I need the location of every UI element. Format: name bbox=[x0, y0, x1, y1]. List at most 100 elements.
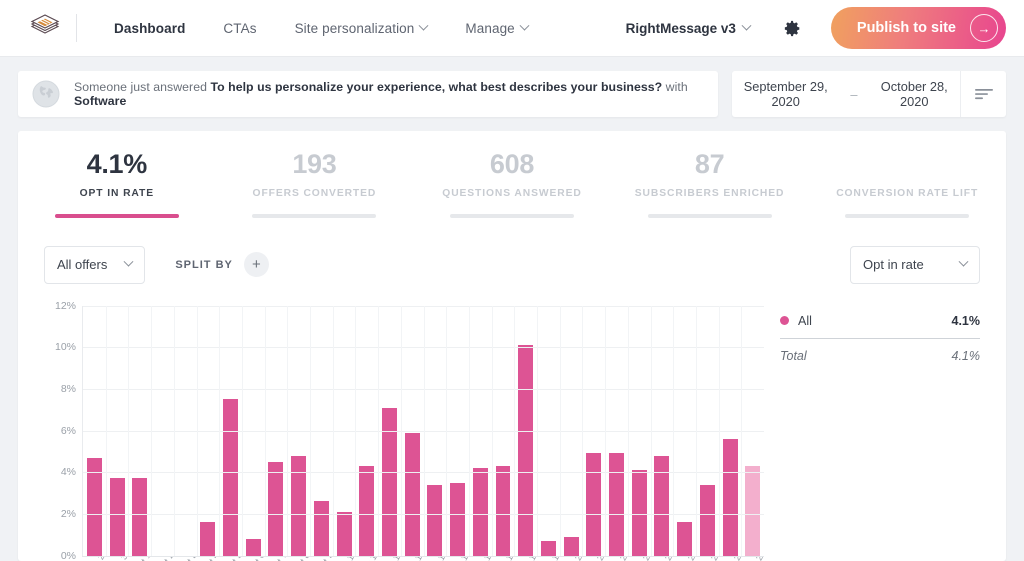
chart-x-tick: Oct 24 bbox=[650, 557, 673, 561]
legend-series-name: All bbox=[798, 313, 812, 328]
chart-bar[interactable] bbox=[313, 501, 329, 556]
chart-x-tick: Oct 15 bbox=[446, 557, 468, 561]
notification-answer: Software bbox=[74, 94, 127, 108]
chart-gridline-vertical bbox=[173, 305, 175, 556]
chevron-down-icon bbox=[418, 20, 429, 31]
notification-message: Someone just answered To help us persona… bbox=[74, 80, 704, 108]
chart-y-tick: 4% bbox=[60, 466, 76, 479]
kpi-tab-offers-converted[interactable]: 193 OFFERS CONVERTED bbox=[216, 149, 414, 218]
chart-bar[interactable] bbox=[563, 536, 579, 556]
chart-bar[interactable] bbox=[631, 470, 647, 556]
add-split-button[interactable]: + bbox=[243, 252, 269, 277]
legend-total-value: 4.1% bbox=[951, 348, 981, 363]
chart-bar[interactable] bbox=[540, 540, 556, 556]
split-by-label: SPLIT BY bbox=[175, 258, 233, 271]
chart-gridline-vertical bbox=[400, 305, 402, 556]
chart-x-tick: Oct 17 bbox=[491, 557, 514, 561]
notification-question: To help us personalize your experience, … bbox=[210, 80, 663, 94]
date-range-picker[interactable]: September 29, 2020 – October 28, 2020 bbox=[732, 71, 1006, 117]
chart-bar[interactable] bbox=[654, 455, 670, 556]
legend-series-left: All bbox=[780, 314, 812, 328]
notification-middle: with bbox=[662, 80, 688, 94]
kpi-tab-questions-answered[interactable]: 608 QUESTIONS ANSWERED bbox=[413, 149, 611, 218]
kpi-tab-strip: 4.1% OPT IN RATE 193 OFFERS CONVERTED 60… bbox=[18, 131, 1006, 218]
chart-gridline-vertical bbox=[310, 305, 311, 556]
kpi-value-questions-answered: 608 bbox=[489, 149, 535, 179]
kpi-label-offers-converted: OFFERS CONVERTED bbox=[252, 188, 377, 199]
chart-bar[interactable] bbox=[404, 432, 420, 556]
chart-bar[interactable] bbox=[245, 538, 261, 556]
chart-gridline-vertical bbox=[287, 305, 289, 556]
legend-series-row[interactable]: All 4.1% bbox=[780, 306, 980, 338]
chart-bar[interactable] bbox=[745, 465, 761, 556]
metric-select-value: Opt in rate bbox=[863, 257, 924, 272]
chart-bar[interactable] bbox=[699, 484, 715, 556]
date-range-end: October 28, 2020 bbox=[880, 79, 948, 109]
metric-select[interactable]: Opt in rate bbox=[850, 245, 980, 284]
chart-x-tick: Oct 5 bbox=[218, 557, 241, 561]
date-range-dash: – bbox=[850, 86, 858, 102]
chart-x-tick: Oct 18 bbox=[514, 557, 537, 561]
nav-item-ctas-label: CTAs bbox=[223, 20, 257, 36]
chart-y-tick: 6% bbox=[60, 424, 76, 437]
chart-bar[interactable] bbox=[450, 482, 466, 556]
chart-x-tick: Oct 2 bbox=[150, 557, 173, 561]
chart-bar[interactable] bbox=[336, 511, 352, 556]
chart-x-tick: Oct 19 bbox=[537, 557, 559, 561]
chevron-down-icon bbox=[123, 256, 134, 267]
workspace-name: RightMessage v3 bbox=[625, 20, 736, 36]
chart-x-tick: Oct 13 bbox=[400, 557, 423, 561]
chevron-down-icon bbox=[741, 20, 752, 31]
chart-gridline-vertical bbox=[514, 305, 516, 556]
chart-gridline-vertical bbox=[446, 305, 448, 556]
kpi-label-questions-answered: QUESTIONS ANSWERED bbox=[442, 188, 582, 199]
chart-gridline-vertical bbox=[741, 305, 743, 556]
chart-bar[interactable] bbox=[291, 455, 307, 556]
chart-bar[interactable] bbox=[268, 461, 284, 556]
chart-x-tick: Oct 10 bbox=[332, 557, 355, 561]
chart-bar[interactable] bbox=[586, 453, 602, 556]
nav-item-ctas[interactable]: CTAs bbox=[204, 21, 275, 36]
chart-bar[interactable] bbox=[359, 465, 375, 556]
chart-bar[interactable] bbox=[677, 522, 693, 556]
chart-x-tick: Oct 23 bbox=[628, 557, 650, 561]
nav-item-dashboard[interactable]: Dashboard bbox=[95, 21, 204, 36]
nav-item-site-personalization-label: Site personalization bbox=[294, 20, 415, 36]
chart-bar[interactable] bbox=[722, 438, 738, 556]
offers-filter-select[interactable]: All offers bbox=[44, 245, 146, 284]
chart-x-tick: Oct 14 bbox=[423, 557, 446, 561]
nav-item-site-personalization[interactable]: Site personalization bbox=[276, 20, 447, 36]
kpi-tab-subscribers-enriched[interactable]: 87 SUBSCRIBERS ENRICHED bbox=[611, 149, 809, 218]
chart-bar[interactable] bbox=[223, 399, 239, 556]
app-logo[interactable] bbox=[22, 11, 68, 45]
chart-gridline-vertical bbox=[264, 305, 266, 556]
kpi-tab-opt-in-rate[interactable]: 4.1% OPT IN RATE bbox=[18, 149, 216, 218]
publish-to-site-button[interactable]: Publish to site → bbox=[830, 7, 1006, 49]
nav-item-manage[interactable]: Manage bbox=[446, 20, 546, 36]
settings-button[interactable] bbox=[784, 20, 801, 37]
chart-y-axis: 0% 2% 4% 6% 8% 10% 12% bbox=[38, 300, 76, 561]
chart-bar[interactable] bbox=[427, 484, 443, 556]
chart-bar[interactable] bbox=[609, 453, 624, 556]
nav-divider bbox=[76, 14, 77, 42]
legend-color-dot bbox=[780, 316, 789, 325]
chart-bar[interactable] bbox=[495, 465, 511, 556]
gear-icon bbox=[784, 20, 800, 36]
chart-gridline-vertical bbox=[105, 305, 107, 556]
legend-total-row: Total 4.1% bbox=[780, 339, 980, 363]
date-filter-button[interactable] bbox=[960, 71, 1006, 117]
chart-bar[interactable] bbox=[472, 468, 488, 556]
chart-bar[interactable] bbox=[518, 345, 534, 556]
workspace-selector[interactable]: RightMessage v3 bbox=[625, 20, 752, 36]
nav-item-manage-label: Manage bbox=[465, 20, 515, 36]
chart-bar[interactable] bbox=[132, 478, 148, 556]
chart-x-axis: Sep 29Sep 30Oct 1Oct 2Oct 3Oct 4Oct 5Oct… bbox=[82, 555, 764, 561]
kpi-value-opt-in-rate: 4.1% bbox=[86, 149, 148, 179]
arrow-right-icon: → bbox=[970, 14, 998, 42]
kpi-tab-conversion-rate-lift[interactable]: CONVERSION RATE LIFT bbox=[808, 149, 1006, 218]
chart-bar[interactable] bbox=[200, 522, 216, 556]
chart-y-tick: 0% bbox=[60, 549, 76, 561]
chart-bar[interactable] bbox=[109, 478, 125, 556]
chart-x-tick: Sep 29 bbox=[82, 557, 104, 561]
chart-x-tick: Oct 22 bbox=[605, 557, 628, 561]
